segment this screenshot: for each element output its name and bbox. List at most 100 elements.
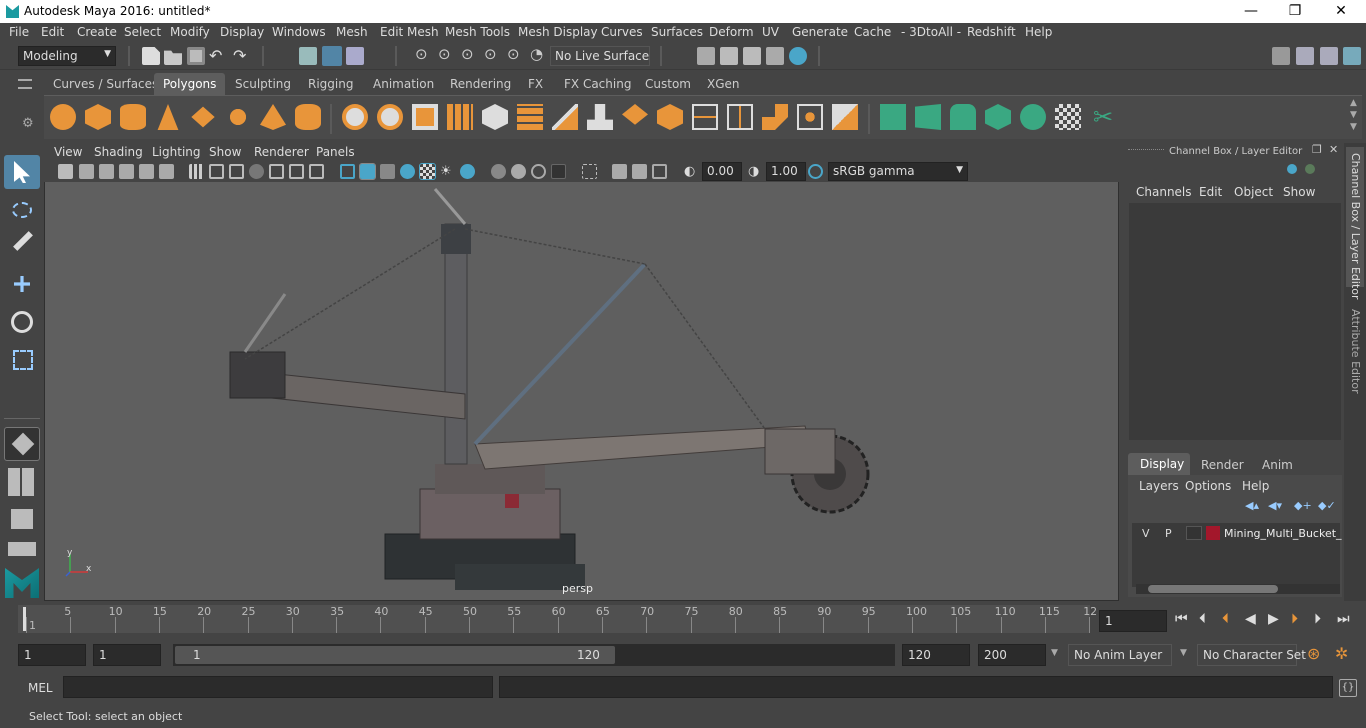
automatic-map-icon[interactable] — [985, 104, 1011, 130]
viewport-menu-panels[interactable]: Panels — [316, 145, 355, 159]
go-to-end-icon[interactable]: ⏭ — [1337, 611, 1350, 627]
side-tab-channel-box[interactable]: Channel Box / Layer Editor — [1346, 147, 1364, 300]
panel-grip[interactable] — [1128, 149, 1164, 150]
shelf-tab-animation[interactable]: Animation — [364, 73, 443, 95]
animation-end-field[interactable]: 200 — [978, 644, 1046, 666]
textured-icon[interactable] — [419, 163, 436, 180]
mel-input[interactable] — [63, 676, 493, 698]
layer-row[interactable]: V P Mining_Multi_Bucket_ — [1134, 524, 1342, 544]
graph-layout-icon[interactable] — [8, 542, 36, 556]
play-backward-icon[interactable]: ◀ — [1245, 611, 1256, 627]
minimize-button[interactable]: — — [1228, 0, 1274, 23]
undo-icon[interactable]: ↶ — [209, 46, 222, 65]
render-view-icon[interactable] — [766, 47, 784, 65]
depth-of-field-icon[interactable] — [551, 164, 566, 179]
channel-list[interactable] — [1129, 203, 1341, 440]
viewport-3d[interactable]: y x persp — [44, 143, 1119, 601]
layer-scrollbar[interactable] — [1136, 584, 1340, 594]
chevron-down-icon[interactable]: ▼ — [1051, 648, 1058, 658]
select-object-icon[interactable] — [322, 46, 342, 66]
xray-joints-icon[interactable] — [632, 164, 647, 179]
planar-map-icon[interactable] — [915, 104, 941, 130]
extrude-icon[interactable] — [587, 104, 613, 130]
render-settings-icon[interactable] — [697, 47, 715, 65]
insert-edge-loop-icon[interactable] — [692, 104, 718, 130]
layer-color-swatch[interactable] — [1206, 526, 1220, 540]
layer-tab-anim[interactable]: Anim — [1262, 458, 1293, 472]
viewport-menu-view[interactable]: View — [54, 145, 82, 159]
poly-sphere-icon[interactable] — [50, 104, 76, 130]
color-management-icon[interactable] — [808, 164, 823, 179]
move-tool[interactable] — [4, 268, 40, 302]
smooth-shade-icon[interactable] — [359, 163, 376, 180]
menu-edit[interactable]: Edit — [41, 25, 64, 39]
field-chart-icon[interactable] — [269, 164, 284, 179]
shelf-scroll-down-icon[interactable]: ▼ — [1350, 110, 1357, 120]
select-tool[interactable] — [4, 155, 40, 189]
channel-box-menu-show[interactable]: Show — [1283, 185, 1315, 199]
safe-action-icon[interactable] — [289, 164, 304, 179]
tool-settings-toggle-icon[interactable] — [1320, 47, 1338, 65]
poly-pipe-icon[interactable] — [295, 104, 321, 130]
animation-preferences-icon[interactable]: ✲ — [1335, 644, 1348, 663]
layer-name[interactable]: Mining_Multi_Bucket_ — [1224, 527, 1342, 540]
menu-uv[interactable]: UV — [762, 25, 779, 39]
save-scene-icon[interactable] — [187, 47, 205, 65]
poly-cube-icon[interactable] — [85, 104, 111, 130]
playback-start-field[interactable]: 1 — [93, 644, 161, 666]
snap-point-icon[interactable]: ⊙ — [461, 45, 474, 63]
shelf-settings-icon[interactable]: ⚙ — [22, 116, 34, 131]
four-view-layout-icon[interactable] — [8, 468, 36, 496]
modeling-toolkit-icon[interactable] — [1272, 47, 1290, 65]
range-slider[interactable]: 1 120 — [173, 644, 895, 666]
camera-attributes-icon[interactable] — [79, 164, 94, 179]
menu-select[interactable]: Select — [124, 25, 161, 39]
wireframe-icon[interactable] — [340, 164, 355, 179]
shelf-expand-icon[interactable]: ▼ — [1350, 122, 1357, 132]
open-scene-icon[interactable] — [164, 50, 182, 65]
go-to-start-icon[interactable]: ⏮ — [1175, 611, 1188, 627]
target-weld-icon[interactable] — [797, 104, 823, 130]
menu-windows[interactable]: Windows — [272, 25, 326, 39]
select-component-icon[interactable] — [346, 47, 364, 65]
bucket-wheel-excavator-model[interactable] — [45, 144, 1118, 600]
step-forward-key-icon[interactable]: ⏵ — [1314, 611, 1321, 627]
hypershade-icon[interactable] — [789, 47, 807, 65]
paint-select-tool[interactable] — [4, 230, 40, 264]
select-hierarchy-icon[interactable] — [299, 47, 317, 65]
attribute-editor-toggle-icon[interactable] — [1296, 47, 1314, 65]
play-forward-icon[interactable]: ▶ — [1268, 611, 1279, 627]
offset-edge-loop-icon[interactable] — [727, 104, 753, 130]
playback-end-field[interactable]: 120 — [902, 644, 970, 666]
ambient-occlusion-icon[interactable] — [491, 164, 506, 179]
step-back-frame-icon[interactable]: ⏴ — [1222, 611, 1229, 627]
uv-editor-icon[interactable] — [880, 104, 906, 130]
use-all-lights-icon[interactable]: ☀ — [440, 164, 455, 179]
ipr-render-icon[interactable] — [743, 47, 761, 65]
reduce-icon[interactable] — [482, 104, 508, 130]
channel-box-menu-edit[interactable]: Edit — [1199, 185, 1222, 199]
menu-redshift[interactable]: Redshift — [967, 25, 1016, 39]
layer-visibility-toggle[interactable]: V — [1142, 527, 1150, 540]
shadows-icon[interactable] — [460, 164, 475, 179]
range-slider-handle[interactable] — [175, 646, 615, 664]
new-layer-icon[interactable]: ◆+ — [1294, 499, 1312, 512]
restore-button[interactable]: ❐ — [1272, 0, 1318, 23]
layer-editor-icon[interactable] — [1305, 164, 1315, 174]
viewport-menu-lighting[interactable]: Lighting — [152, 145, 201, 159]
chevron-down-icon[interactable]: ▼ — [1180, 648, 1187, 658]
snap-projected-icon[interactable]: ⊙ — [484, 45, 497, 63]
separate-icon[interactable] — [377, 104, 403, 130]
layer-menu-options[interactable]: Options — [1185, 479, 1231, 493]
move-layer-down-icon[interactable]: ◀▾ — [1268, 499, 1282, 512]
channel-box-menu-channels[interactable]: Channels — [1136, 185, 1192, 199]
append-polygon-icon[interactable] — [762, 104, 788, 130]
xray-components-icon[interactable] — [652, 164, 667, 179]
shelf-tab-custom[interactable]: Custom — [636, 73, 700, 95]
layer-menu-layers[interactable]: Layers — [1139, 479, 1179, 493]
menu-display[interactable]: Display — [220, 25, 264, 39]
fill-hole-icon[interactable] — [657, 104, 683, 130]
grid-icon[interactable] — [189, 164, 204, 179]
menu-create[interactable]: Create — [77, 25, 117, 39]
menu-deform[interactable]: Deform — [709, 25, 754, 39]
